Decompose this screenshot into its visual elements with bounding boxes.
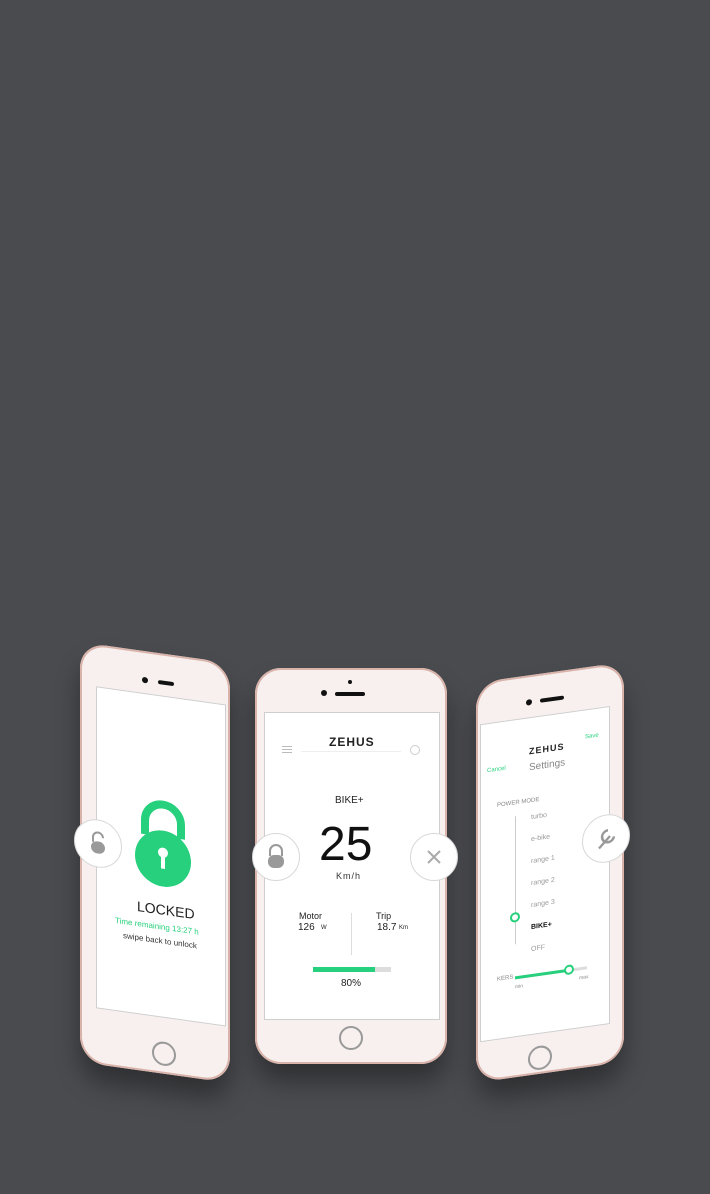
mode-track: [515, 816, 516, 945]
kers-max-label: max: [579, 973, 589, 982]
earpiece-speaker: [335, 692, 365, 696]
home-button[interactable]: [528, 1044, 552, 1072]
menu-icon[interactable]: [282, 746, 292, 753]
center-phone: ZEHUS BIKE+ 25 Km/h Motor 126 W Trip 18.…: [252, 668, 458, 1064]
earpiece-speaker: [540, 695, 564, 703]
battery-fill: [313, 967, 376, 972]
motor-value: 126: [298, 922, 315, 933]
trip-label: Trip: [376, 911, 392, 921]
brand-logo: ZEHUS: [529, 741, 565, 757]
gear-icon[interactable]: [410, 745, 420, 755]
power-mode-label: POWER MODE: [497, 796, 540, 809]
motor-unit: W: [321, 925, 327, 931]
settings-swipe-handle[interactable]: [410, 833, 458, 881]
unlock-swipe-handle[interactable]: [74, 816, 122, 871]
kers-slider-thumb[interactable]: [564, 964, 574, 976]
cancel-button[interactable]: Cancel: [487, 766, 506, 775]
trip-unit: Km: [399, 925, 408, 931]
battery-bar: [313, 967, 391, 972]
proximity-sensor: [348, 680, 352, 684]
selected-mode-marker: [510, 911, 520, 924]
wrench-swipe-handle[interactable]: [582, 811, 630, 866]
kers-label: KERS: [497, 974, 514, 983]
lock-status-title: LOCKED: [137, 898, 195, 923]
power-mode-option[interactable]: e-bike: [531, 833, 550, 843]
front-camera: [526, 698, 532, 706]
kers-fill: [515, 968, 569, 980]
lock-icon: [131, 792, 195, 896]
power-mode-option[interactable]: BIKE+: [531, 921, 552, 931]
speed-unit: Km/h: [336, 871, 362, 881]
kers-slider[interactable]: [515, 964, 587, 980]
unlock-icon: [91, 831, 105, 854]
speed-value: 25: [319, 818, 373, 871]
save-button[interactable]: Save: [585, 733, 599, 741]
power-mode-option[interactable]: range 1: [531, 855, 555, 865]
front-camera: [321, 690, 327, 696]
motor-label: Motor: [299, 911, 323, 921]
wrench-icon: [598, 829, 616, 850]
right-screen: Cancel ZEHUS Save Settings POWER MODE tu…: [480, 705, 610, 1043]
kers-min-label: min: [515, 983, 524, 991]
left-phone: LOCKED Time remaining 13:27 h swipe back…: [74, 642, 230, 1084]
right-phone: Cancel ZEHUS Save Settings POWER MODE tu…: [476, 662, 630, 1083]
lock-swipe-handle[interactable]: [252, 833, 300, 881]
front-camera: [142, 676, 148, 684]
brand-logo: ZEHUS: [329, 735, 375, 749]
power-mode-option[interactable]: range 3: [531, 899, 555, 909]
home-button[interactable]: [152, 1040, 176, 1068]
lock-small-icon: [268, 844, 284, 868]
stats-divider: [351, 913, 352, 955]
home-button[interactable]: [339, 1026, 363, 1050]
settings-title: Settings: [529, 757, 566, 774]
power-mode-option[interactable]: range 2: [531, 877, 555, 887]
trip-value: 18.7: [377, 922, 397, 933]
power-mode-option[interactable]: OFF: [531, 944, 545, 953]
tools-icon: [427, 850, 441, 864]
battery-percent: 80%: [341, 978, 362, 989]
power-mode-option[interactable]: turbo: [531, 812, 547, 821]
ride-mode: BIKE+: [335, 795, 364, 806]
power-mode-list: turbo e-bike range 1 range 2 range 3 BIKE+ OFF: [481, 707, 609, 953]
earpiece-speaker: [158, 679, 174, 687]
